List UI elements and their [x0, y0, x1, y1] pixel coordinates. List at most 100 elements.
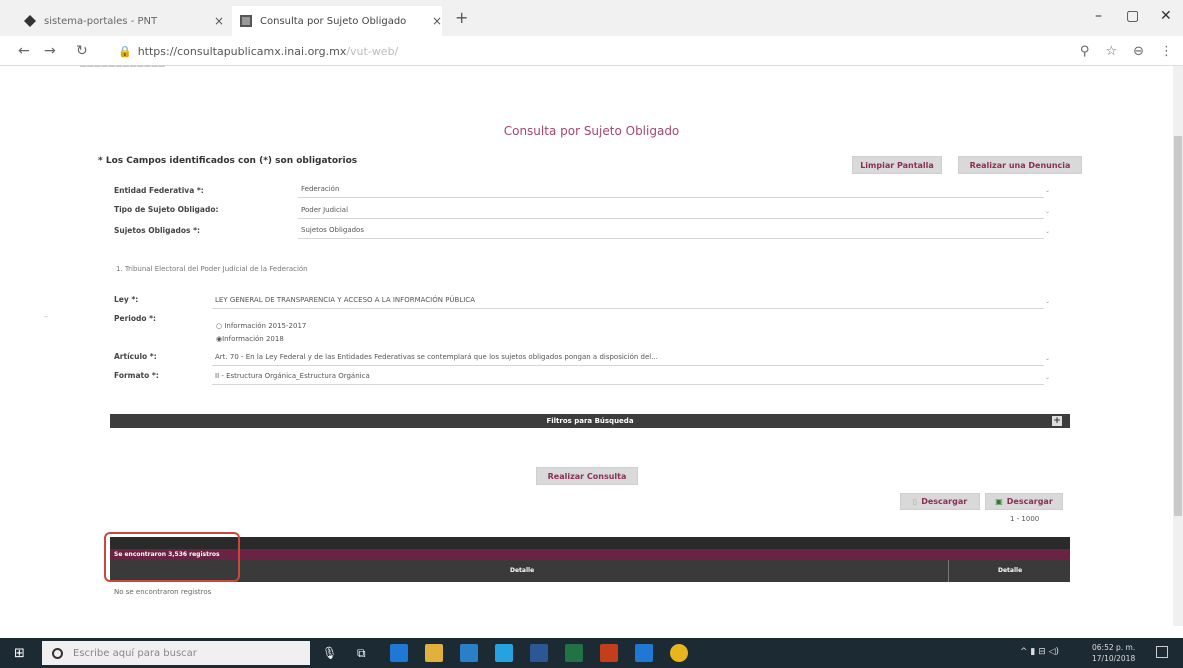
tipo-value: Poder Judicial [301, 206, 349, 214]
run-query-button[interactable]: Realizar Consulta [536, 467, 638, 485]
periodo-option-2015[interactable]: ○ Información 2015-2017 [216, 322, 306, 330]
chevron-down-icon: ⌄ [1044, 228, 1050, 235]
articulo-value: Art. 70 - En la Ley Federal y de las Ent… [215, 353, 658, 361]
formato-label: Formato *: [114, 371, 159, 380]
tab-close-icon[interactable]: × [214, 14, 224, 28]
url-field[interactable]: 🔒 https://consultapublicamx.inai.org.mx/v… [118, 45, 398, 58]
download-button-2[interactable]: ▣ Descargar [985, 493, 1063, 510]
entidad-select[interactable]: Federación ⌄ [298, 185, 1050, 198]
periodo-option-2018[interactable]: ◉Información 2018 [216, 335, 284, 343]
page-title: Consulta por Sujeto Obligado [503, 124, 680, 138]
scrollbar-thumb[interactable] [1174, 136, 1182, 516]
chevron-down-icon: ⌄ [1044, 187, 1050, 194]
edge-icon[interactable] [390, 644, 408, 662]
tab-label: Consulta por Sujeto Obligado [260, 15, 407, 27]
entidad-label: Entidad Federativa *: [114, 186, 204, 195]
chevron-down-icon: ⌄ [1044, 374, 1050, 381]
inai-favicon-icon [240, 15, 252, 27]
periodo-option-label: Información 2018 [222, 335, 284, 343]
tipo-label: Tipo de Sujeto Obligado: [114, 205, 219, 214]
zoom-icon[interactable]: ⚲ [1080, 44, 1090, 59]
notification-icon[interactable] [1156, 646, 1168, 658]
chrome-icon[interactable] [670, 644, 688, 662]
results-top-bar [110, 537, 1070, 549]
ley-value: LEY GENERAL DE TRANSPARENCIA Y ACCESO A … [215, 296, 475, 304]
url-path: /vut-web/ [346, 45, 399, 58]
cortana-icon [52, 647, 63, 659]
chevron-down-icon: ⌄ [1044, 298, 1050, 305]
periodo-label: Periodo *: [114, 314, 157, 323]
menu-icon[interactable]: ⋮ [1160, 44, 1173, 59]
browser-tab-bar: sistema-portales - PNT × Consulta por Su… [0, 0, 1183, 36]
maximize-icon[interactable]: ▢ [1126, 8, 1139, 24]
tab-sistema-portales[interactable]: sistema-portales - PNT × [24, 6, 224, 36]
column-header: Detalle [998, 567, 1023, 574]
minimize-icon[interactable]: – [1095, 8, 1102, 24]
clear-screen-button[interactable]: Limpiar Pantalla [852, 156, 942, 174]
search-placeholder: Escribe aquí para buscar [73, 647, 197, 659]
download-button-1[interactable]: ▯ Descargar [900, 493, 980, 510]
outlook-icon[interactable] [460, 644, 478, 662]
tab-close-icon[interactable]: × [432, 14, 442, 28]
cut-off-header: ▔▔▔▔▔▔▔▔▔▔▔▔ [80, 66, 166, 75]
address-bar: ← → ↻ 🔒 https://consultapublicamx.inai.or… [0, 36, 1183, 66]
profile-icon[interactable]: ⊖ [1133, 44, 1144, 59]
sujetos-value: Sujetos Obligados [301, 226, 364, 234]
close-window-icon[interactable]: ✕ [1160, 8, 1172, 24]
document-icon: ▯ [912, 497, 918, 506]
no-records-message: No se encontraron registros [114, 588, 212, 596]
portal-favicon-icon [24, 15, 36, 27]
skype-icon[interactable] [495, 644, 513, 662]
formato-value: II - Estructura Orgánica_Estructura Orgá… [215, 372, 370, 380]
download-label: Descargar [1006, 497, 1053, 506]
formato-select[interactable]: II - Estructura Orgánica_Estructura Orgá… [212, 372, 1050, 385]
new-tab-icon[interactable]: + [455, 8, 468, 27]
system-tray-icons[interactable]: ^ ▮ ⊟ ◁) [1020, 647, 1059, 657]
task-view-icon[interactable]: ⧉ [357, 646, 366, 661]
excel-icon[interactable] [565, 644, 583, 662]
microphone-icon[interactable]: 🎙 [322, 646, 337, 660]
reload-icon[interactable]: ↻ [76, 43, 88, 59]
results-count-bar [110, 549, 1070, 560]
taskbar-clock[interactable]: 06:52 p. m. 17/10/2018 [1092, 642, 1135, 664]
file-explorer-icon[interactable] [425, 644, 443, 662]
results-table-header: Detalle Detalle [110, 560, 1070, 582]
tab-consulta[interactable]: Consulta por Sujeto Obligado × [232, 6, 442, 36]
articulo-label: Artículo *: [114, 352, 157, 361]
windows-start-icon[interactable]: ⊞ [14, 646, 25, 661]
page-scrollbar[interactable] [1173, 66, 1183, 626]
ley-label: Ley *: [114, 295, 139, 304]
entidad-value: Federación [301, 185, 340, 193]
internet-explorer-icon[interactable] [635, 644, 653, 662]
forward-icon[interactable]: → [44, 43, 56, 59]
filters-label: Filtros para Búsqueda [546, 417, 634, 425]
file-complaint-button[interactable]: Realizar una Denuncia [958, 156, 1082, 174]
tab-label: sistema-portales - PNT [44, 15, 158, 27]
back-icon[interactable]: ← [18, 43, 30, 59]
decorative-dash: – [44, 312, 48, 321]
word-icon[interactable] [530, 644, 548, 662]
ley-select[interactable]: LEY GENERAL DE TRANSPARENCIA Y ACCESO A … [212, 296, 1050, 309]
address-bar-icons: ⚲ ☆ ⊖ ⋮ [1080, 44, 1173, 59]
spreadsheet-icon: ▣ [995, 497, 1003, 506]
chevron-down-icon: ⌄ [1044, 355, 1050, 362]
sujetos-label: Sujetos Obligados *: [114, 226, 201, 235]
expand-plus-icon[interactable]: + [1052, 416, 1062, 426]
radio-unchecked-icon: ○ [216, 322, 223, 330]
sujetos-select[interactable]: Sujetos Obligados ⌄ [298, 226, 1050, 239]
bookmark-star-icon[interactable]: ☆ [1105, 44, 1117, 59]
results-range: 1 - 1000 [1010, 515, 1040, 523]
powerpoint-icon[interactable] [600, 644, 618, 662]
tipo-select[interactable]: Poder Judicial ⌄ [298, 206, 1050, 219]
search-filters-bar[interactable]: Filtros para Búsqueda + [110, 414, 1070, 428]
periodo-option-label: Información 2015-2017 [224, 322, 307, 330]
download-label: Descargar [921, 497, 968, 506]
clock-date: 17/10/2018 [1092, 654, 1136, 663]
taskbar-search[interactable]: Escribe aquí para buscar [42, 641, 310, 665]
chevron-down-icon: ⌄ [1044, 208, 1050, 215]
highlight-annotation [104, 532, 240, 582]
clock-time: 06:52 p. m. [1092, 643, 1136, 652]
articulo-select[interactable]: Art. 70 - En la Ley Federal y de las Ent… [212, 353, 1050, 366]
lock-icon: 🔒 [118, 45, 132, 58]
column-header: Detalle [510, 567, 535, 574]
